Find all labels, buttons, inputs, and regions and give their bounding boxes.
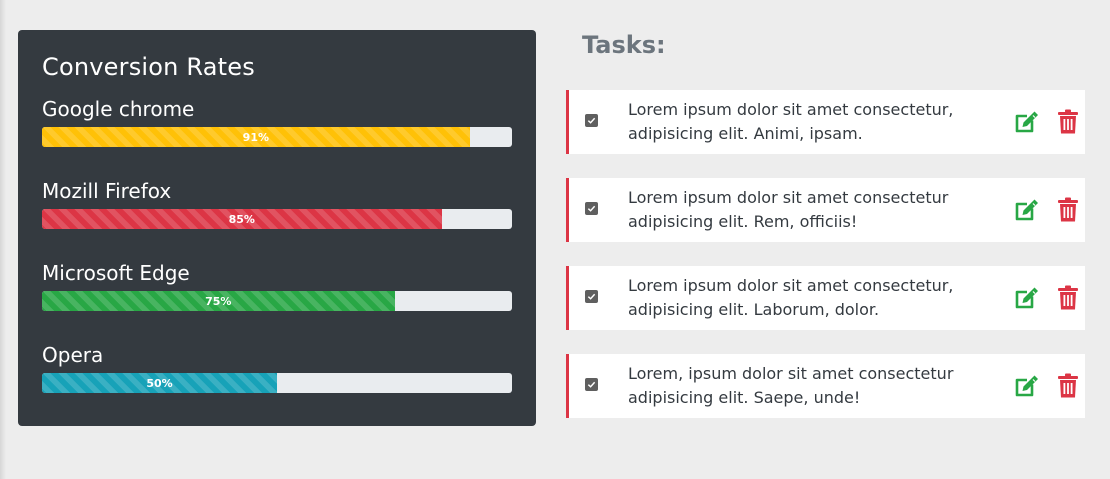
- rate-label: Opera: [42, 343, 104, 367]
- rate-item-opera: Opera 50%: [42, 342, 512, 393]
- trash-icon: [1058, 285, 1078, 310]
- edit-button[interactable]: [1014, 285, 1040, 311]
- progress-fill: 50%: [42, 373, 277, 393]
- task-item: Lorem ipsum dolor sit amet consectetur, …: [566, 266, 1085, 330]
- page-edge: [0, 0, 6, 479]
- delete-button[interactable]: [1057, 109, 1079, 135]
- progress-track: 75%: [42, 291, 512, 311]
- rate-label: Mozill Firefox: [42, 179, 172, 203]
- check-icon: [587, 293, 596, 300]
- progress-fill: 75%: [42, 291, 395, 311]
- progress-track: 50%: [42, 373, 512, 393]
- task-checkbox[interactable]: [585, 290, 598, 303]
- edit-button[interactable]: [1014, 373, 1040, 399]
- trash-icon: [1058, 109, 1078, 134]
- edit-icon: [1015, 287, 1038, 309]
- delete-button[interactable]: [1057, 197, 1079, 223]
- trash-icon: [1058, 373, 1078, 398]
- task-checkbox[interactable]: [585, 202, 598, 215]
- progress-percent: 91%: [242, 130, 270, 144]
- delete-button[interactable]: [1057, 373, 1079, 399]
- rate-item-chrome: Google chrome 91%: [42, 96, 512, 147]
- task-text: Lorem ipsum dolor sit amet consectetur, …: [628, 276, 954, 319]
- task-item: Lorem, ipsum dolor sit amet consectetur …: [566, 354, 1085, 418]
- progress-track: 85%: [42, 209, 512, 229]
- edit-button[interactable]: [1014, 109, 1040, 135]
- rate-item-edge: Microsoft Edge 75%: [42, 260, 512, 311]
- progress-fill: 91%: [42, 127, 470, 147]
- check-icon: [587, 205, 596, 212]
- progress-track: 91%: [42, 127, 512, 147]
- task-item: Lorem ipsum dolor sit amet consectetur, …: [566, 90, 1085, 154]
- edit-icon: [1015, 199, 1038, 221]
- trash-icon: [1058, 197, 1078, 222]
- edit-icon: [1015, 111, 1038, 133]
- delete-button[interactable]: [1057, 285, 1079, 311]
- edit-button[interactable]: [1014, 197, 1040, 223]
- task-text: Lorem ipsum dolor sit amet consectetur, …: [628, 100, 954, 143]
- progress-percent: 75%: [205, 294, 232, 308]
- progress-percent: 85%: [228, 212, 255, 226]
- conversion-rates-panel: Conversion Rates Google chrome 91% Mozil…: [18, 30, 536, 426]
- rate-label: Google chrome: [42, 97, 195, 121]
- task-checkbox[interactable]: [585, 378, 598, 391]
- edit-icon: [1015, 375, 1038, 397]
- progress-percent: 50%: [146, 376, 173, 390]
- panel-title: Conversion Rates: [42, 53, 255, 81]
- rate-label: Microsoft Edge: [42, 261, 190, 285]
- check-icon: [587, 117, 596, 124]
- task-text: Lorem ipsum dolor sit amet consectetur a…: [628, 188, 949, 231]
- check-icon: [587, 381, 596, 388]
- task-checkbox[interactable]: [585, 114, 598, 127]
- task-text: Lorem, ipsum dolor sit amet consectetur …: [628, 364, 954, 407]
- rate-item-firefox: Mozill Firefox 85%: [42, 178, 512, 229]
- tasks-title: Tasks:: [582, 31, 666, 59]
- task-item: Lorem ipsum dolor sit amet consectetur a…: [566, 178, 1085, 242]
- progress-fill: 85%: [42, 209, 442, 229]
